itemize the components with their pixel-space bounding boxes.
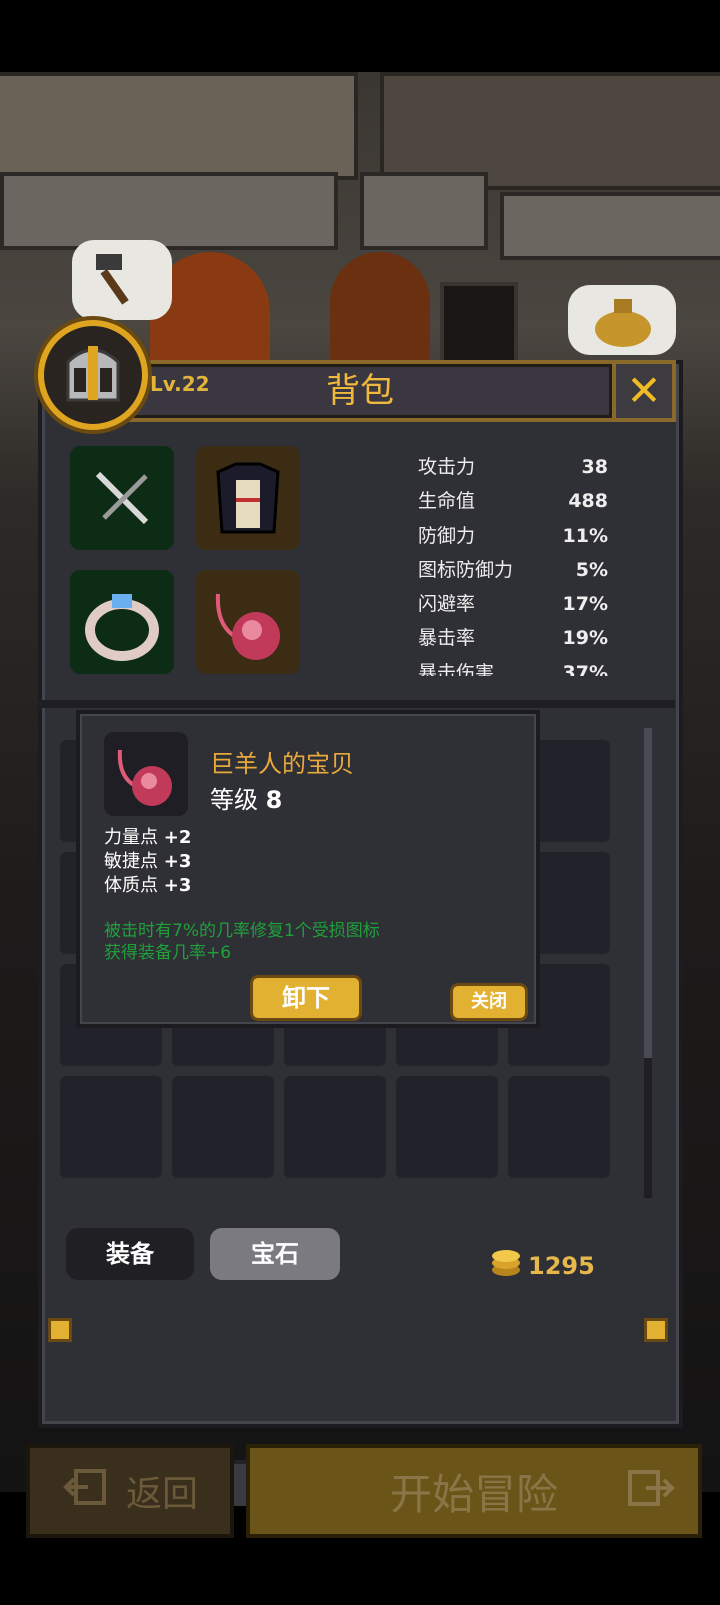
wall-window-left: [0, 172, 338, 250]
corner-rivet-left: [48, 1318, 72, 1342]
attribute-row: 体质点 +3: [104, 874, 191, 898]
inventory-slot[interactable]: [284, 1076, 386, 1178]
pink-pouch-icon: [196, 593, 300, 678]
wall-window-mid: [360, 172, 488, 250]
stat-row: 暴击伤害 37%: [418, 656, 608, 676]
attribute-value: +2: [163, 827, 192, 848]
close-icon: ✕: [626, 366, 662, 415]
tab-gems[interactable]: 宝石: [210, 1228, 340, 1280]
effect-line: 被击时有7%的几率修复1个受损图标: [104, 921, 380, 941]
inventory-slot[interactable]: [172, 1076, 274, 1178]
stat-label: 防御力: [418, 524, 476, 547]
money-bag-icon: [590, 291, 656, 353]
back-label: 返回: [125, 1474, 198, 1515]
dark-window: [440, 282, 518, 370]
hooded-figure: [330, 252, 430, 362]
item-level-value: 8: [265, 786, 283, 814]
stat-value: 38: [581, 456, 608, 478]
stat-row: 生命值 488: [418, 484, 608, 518]
hero-avatar[interactable]: [38, 320, 148, 430]
effect-line: 获得装备几率+6: [104, 943, 232, 963]
scrollbar-thumb[interactable]: [644, 728, 652, 1058]
stat-label: 闪避率: [418, 593, 476, 616]
attribute-label: 体质点: [104, 875, 158, 896]
close-button[interactable]: ✕: [612, 360, 676, 422]
tab-equipment[interactable]: 装备: [66, 1228, 194, 1280]
slot-armor[interactable]: [196, 446, 300, 550]
stat-value: 37%: [562, 661, 608, 676]
item-level: 等级 8: [210, 780, 282, 815]
stat-label: 攻击力: [418, 456, 476, 478]
page-title: 背包: [326, 371, 394, 411]
hammer-icon: [90, 250, 154, 314]
inventory-slot[interactable]: [396, 1076, 498, 1178]
slot-ring[interactable]: [70, 570, 174, 674]
item-icon-frame: [104, 732, 188, 816]
stat-value: 11%: [562, 524, 608, 547]
crossed-daggers-icon: [70, 471, 174, 554]
stat-label: 图标防御力: [418, 558, 514, 581]
gold-counter: 1295: [490, 1248, 595, 1284]
slot-accessory[interactable]: [196, 570, 300, 674]
stat-value: 488: [568, 490, 608, 513]
attribute-label: 敏捷点: [104, 851, 158, 872]
item-name: 巨羊人的宝贝: [210, 750, 354, 778]
hero-level: Lv.22: [150, 372, 210, 396]
knight-helmet-icon: [58, 338, 128, 412]
back-button[interactable]: 返回: [26, 1444, 234, 1538]
slot-weapon[interactable]: [70, 446, 174, 550]
inventory-slot[interactable]: [60, 1076, 162, 1178]
wall-window-right: [500, 192, 720, 260]
item-effects: 被击时有7%的几率修复1个受损图标 获得装备几率+6: [104, 920, 380, 964]
item-level-label: 等级: [210, 786, 258, 814]
shop-bubble[interactable]: [568, 285, 676, 355]
corner-rivet-right: [644, 1318, 668, 1342]
attribute-value: +3: [163, 875, 192, 896]
inventory-scrollbar[interactable]: [644, 728, 652, 1198]
attribute-value: +3: [163, 851, 192, 872]
gold-amount: 1295: [528, 1252, 595, 1280]
attribute-row: 敏捷点 +3: [104, 850, 191, 874]
stat-value: 17%: [562, 593, 608, 616]
stat-label: 暴击率: [418, 627, 476, 650]
stat-row: 防御力 11%: [418, 519, 608, 553]
stat-row: 攻击力 38: [418, 450, 608, 484]
pink-pouch-icon: [104, 749, 188, 820]
armor-icon: [196, 462, 300, 554]
attribute-label: 力量点: [104, 827, 158, 848]
item-attributes: 力量点 +2 敏捷点 +3 体质点 +3: [104, 826, 191, 898]
ring-icon: [70, 594, 174, 678]
popup-close-button[interactable]: 关闭: [450, 983, 528, 1021]
exit-icon: [62, 1467, 112, 1516]
stats-list: 攻击力 38 生命值 488 防御力 11% 图标防御力 5% 闪避率 17% 暴击率 19…: [418, 450, 608, 676]
gold-coin-icon: [490, 1248, 522, 1284]
inventory-slot[interactable]: [508, 1076, 610, 1178]
stat-row: 暴击率 19%: [418, 621, 608, 655]
stat-label: 暴击伤害: [418, 661, 495, 676]
stat-label: 生命值: [418, 490, 476, 513]
stat-row: 闪避率 17%: [418, 587, 608, 621]
roof-left: [0, 72, 358, 180]
stat-value: 5%: [575, 558, 608, 581]
attribute-row: 力量点 +2: [104, 826, 191, 850]
stat-value: 19%: [562, 627, 608, 650]
unequip-button[interactable]: 卸下: [250, 975, 362, 1021]
start-adventure-button[interactable]: 开始冒险: [246, 1444, 702, 1538]
start-label: 开始冒险: [389, 1469, 558, 1519]
blacksmith-bubble[interactable]: [72, 240, 172, 320]
section-divider: [38, 700, 675, 708]
stat-row: 图标防御力 5%: [418, 553, 608, 587]
enter-icon: [626, 1468, 676, 1518]
